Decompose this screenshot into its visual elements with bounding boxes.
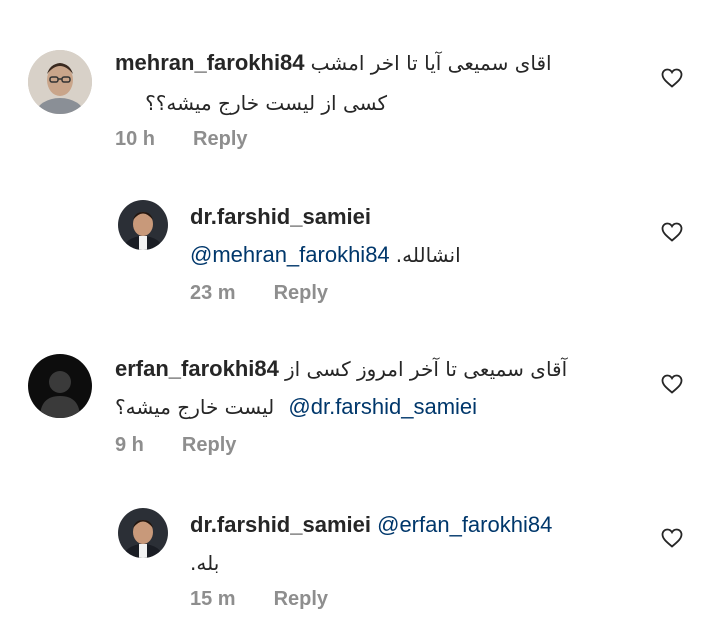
avatar-photo [28, 354, 92, 418]
comment-body: انشالله. [395, 243, 461, 267]
comment-text-line: erfan_farokhi84 آقای سمیعی تا آخر امروز … [115, 354, 567, 384]
comment-body-continued: لیست خارج میشه؟ [115, 395, 275, 419]
mention-link[interactable]: @mehran_farokhi84 [190, 242, 390, 267]
avatar[interactable] [118, 508, 168, 558]
comment-item: mehran_farokhi84 اقای سمیعی آیا تا اخر ا… [0, 0, 720, 180]
avatar-photo [118, 200, 168, 250]
comment-item: erfan_farokhi84 آقای سمیعی تا آخر امروز … [0, 330, 720, 490]
timestamp: 9 h [115, 434, 144, 456]
reply-button[interactable]: Reply [182, 434, 236, 456]
username[interactable]: erfan_farokhi84 [115, 356, 279, 381]
comment-body-continued: کسی از لیست خارج میشه؟؟ [145, 91, 387, 115]
username[interactable]: dr.farshid_samiei [190, 512, 371, 537]
comment-meta: 23 m Reply [190, 282, 328, 305]
username[interactable]: mehran_farokhi84 [115, 50, 305, 75]
heart-outline-icon[interactable] [660, 220, 684, 244]
avatar[interactable] [28, 354, 92, 418]
timestamp: 23 m [190, 282, 236, 304]
reply-item: dr.farshid_samiei @mehran_farokhi84 انشا… [0, 180, 720, 330]
reply-item: dr.farshid_samiei @erfan_farokhi84 بله. … [0, 490, 720, 638]
comment-text-line: mehran_farokhi84 اقای سمیعی آیا تا اخر ا… [115, 48, 552, 78]
comment-body: بله. [190, 551, 220, 575]
heart-outline-icon[interactable] [660, 66, 684, 90]
avatar-photo [28, 50, 92, 114]
reply-button[interactable]: Reply [274, 282, 328, 304]
reply-button[interactable]: Reply [274, 588, 328, 610]
comment-text-line: dr.farshid_samiei [190, 202, 371, 232]
mention-link[interactable]: @erfan_farokhi84 [377, 512, 552, 537]
avatar-photo [118, 508, 168, 558]
comment-meta: 15 m Reply [190, 588, 328, 611]
timestamp: 10 h [115, 128, 156, 150]
username[interactable]: dr.farshid_samiei [190, 204, 371, 229]
comment-body: اقای سمیعی آیا تا اخر امشب [310, 51, 552, 75]
comment-meta: 9 h Reply [115, 434, 236, 457]
comment-text-line: لیست خارج میشه؟ @dr.farshid_samiei [115, 392, 477, 422]
comment-meta: 10 h Reply [115, 128, 248, 151]
comment-text-line: @mehran_farokhi84 انشالله. [190, 240, 461, 270]
avatar[interactable] [28, 50, 92, 114]
comment-text-line: dr.farshid_samiei @erfan_farokhi84 [190, 510, 552, 540]
timestamp: 15 m [190, 588, 236, 610]
reply-button[interactable]: Reply [193, 128, 247, 150]
comment-body: آقای سمیعی تا آخر امروز کسی از [284, 357, 568, 381]
avatar[interactable] [118, 200, 168, 250]
heart-outline-icon[interactable] [660, 526, 684, 550]
mention-link[interactable]: @dr.farshid_samiei [288, 394, 477, 419]
heart-outline-icon[interactable] [660, 372, 684, 396]
